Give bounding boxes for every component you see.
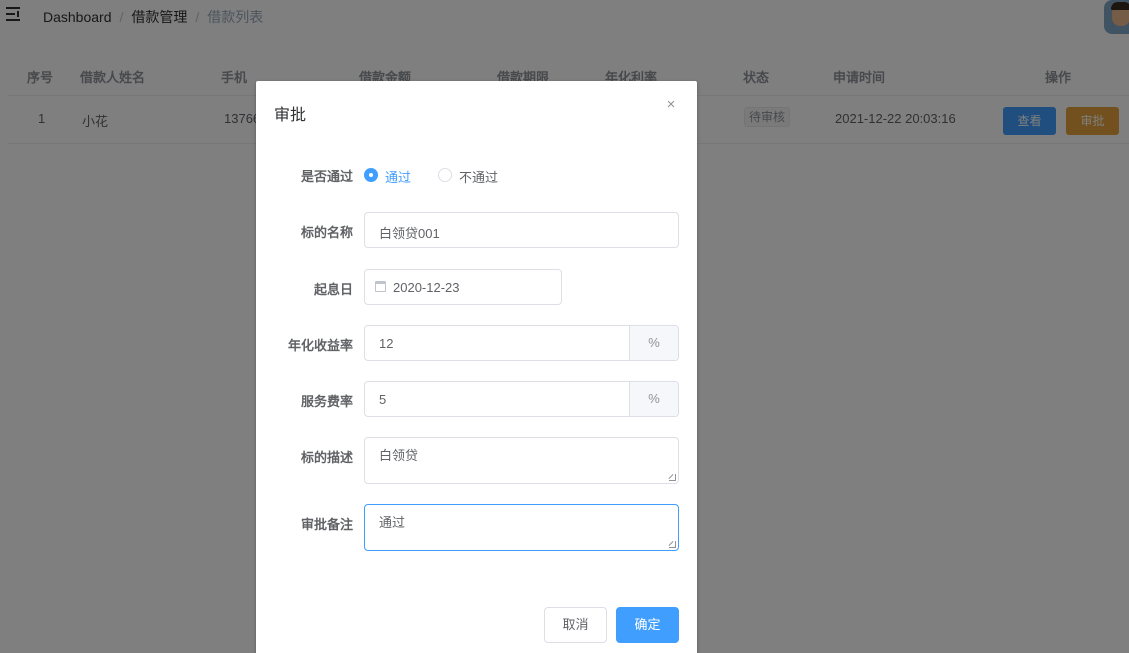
radio-checked-icon <box>364 168 378 182</box>
start-date-label: 起息日 <box>313 282 353 297</box>
pass-label: 是否通过 <box>300 169 353 184</box>
cancel-button[interactable]: 取消 <box>544 607 607 643</box>
dialog-title: 审批 <box>274 107 307 124</box>
service-fee-label: 服务费率 <box>300 394 353 409</box>
start-date-value: 2020-12-23 <box>393 280 460 295</box>
service-fee-value: 5 <box>379 392 387 407</box>
annual-rate-input[interactable]: 12 % <box>364 325 679 361</box>
bid-name-input[interactable]: 白领贷001 <box>364 212 679 248</box>
resize-handle-icon[interactable] <box>669 474 676 481</box>
annual-rate-value: 12 <box>379 336 394 351</box>
radio-pass-label: 通过 <box>385 170 412 185</box>
radio-reject-label: 不通过 <box>459 170 499 185</box>
description-textarea[interactable]: 白领贷 <box>364 437 679 484</box>
confirm-button[interactable]: 确定 <box>616 607 679 643</box>
remark-label: 审批备注 <box>300 517 353 532</box>
description-value: 白领贷 <box>379 448 419 463</box>
approval-dialog: 审批 × 是否通过 通过 不通过 标的名称 白领贷001 起息日 2020-12… <box>256 81 697 653</box>
start-date-picker[interactable]: 2020-12-23 <box>364 269 562 305</box>
bid-name-label: 标的名称 <box>300 225 353 240</box>
bid-name-value: 白领贷001 <box>379 226 440 241</box>
description-label: 标的描述 <box>300 450 353 465</box>
radio-unchecked-icon <box>438 168 452 182</box>
remark-value: 通过 <box>379 515 406 530</box>
percent-suffix: % <box>629 326 678 360</box>
annual-rate-label: 年化收益率 <box>287 338 353 353</box>
remark-textarea[interactable]: 通过 <box>364 504 679 551</box>
resize-handle-icon[interactable] <box>669 541 676 548</box>
service-fee-input[interactable]: 5 % <box>364 381 679 417</box>
close-icon[interactable]: × <box>665 97 677 112</box>
percent-suffix: % <box>629 382 678 416</box>
calendar-icon <box>375 281 386 292</box>
